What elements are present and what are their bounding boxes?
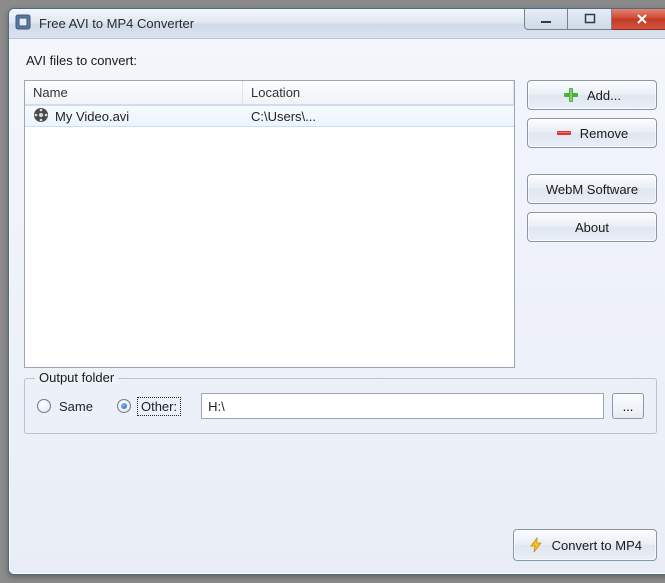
side-buttons: Add... Remove WebM Software About [527,80,657,368]
about-button-label: About [575,220,609,235]
files-area: Name Location [24,80,657,368]
titlebar: Free AVI to MP4 Converter [9,9,665,39]
footer: Convert to MP4 [24,529,657,561]
close-icon [635,13,649,25]
remove-button[interactable]: Remove [527,118,657,148]
file-name-cell: My Video.avi [25,107,243,126]
plus-icon [563,87,579,103]
window-title: Free AVI to MP4 Converter [39,16,518,31]
minus-icon [556,125,572,141]
column-location[interactable]: Location [243,81,514,104]
output-folder-legend: Output folder [35,370,118,385]
file-location-cell: C:\Users\... [243,109,514,124]
video-file-icon [33,107,49,126]
radio-same[interactable] [37,399,51,413]
file-list-body[interactable]: My Video.avi C:\Users\... [25,105,514,367]
radio-other-label[interactable]: Other: [139,399,179,414]
minimize-icon [540,13,552,25]
minimize-button[interactable] [524,8,568,30]
app-icon [15,14,31,33]
browse-button[interactable]: ... [612,393,644,419]
spacer [527,156,657,166]
add-button-label: Add... [587,88,621,103]
maximize-button[interactable] [568,8,612,30]
files-section-label: AVI files to convert: [24,49,657,70]
output-path-input[interactable] [201,393,604,419]
about-button[interactable]: About [527,212,657,242]
file-name-text: My Video.avi [55,109,129,124]
radio-other[interactable] [117,399,131,413]
window-controls [524,9,665,38]
client-area: AVI files to convert: Name Location [9,39,665,574]
radio-same-label[interactable]: Same [59,399,93,414]
webm-software-button[interactable]: WebM Software [527,174,657,204]
webm-software-label: WebM Software [546,182,638,197]
close-button[interactable] [612,8,665,30]
maximize-icon [584,13,596,25]
add-button[interactable]: Add... [527,80,657,110]
convert-button[interactable]: Convert to MP4 [513,529,657,561]
file-list-header: Name Location [25,81,514,105]
app-window: Free AVI to MP4 Converter AVI files to c… [8,8,665,575]
output-folder-row: Same Other: ... [37,393,644,419]
table-row[interactable]: My Video.avi C:\Users\... [25,105,514,127]
lightning-icon [528,537,544,553]
file-list[interactable]: Name Location [24,80,515,368]
file-location-text: C:\Users\... [251,109,316,124]
column-name[interactable]: Name [25,81,243,104]
browse-button-label: ... [623,399,634,414]
convert-button-label: Convert to MP4 [552,538,642,553]
remove-button-label: Remove [580,126,628,141]
output-folder-group: Output folder Same Other: ... [24,378,657,434]
